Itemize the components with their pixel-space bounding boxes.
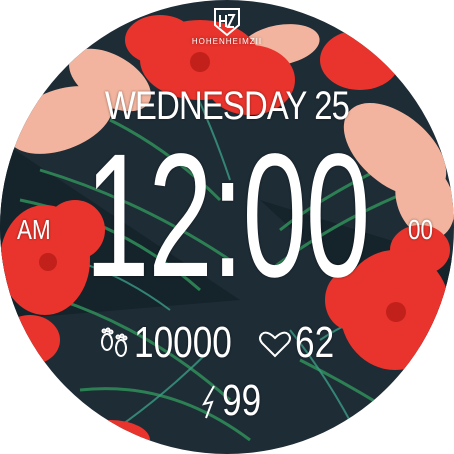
steps-count: 10000	[134, 318, 232, 367]
hz-shield-logo-icon	[214, 8, 240, 37]
seconds-display: 00	[408, 214, 433, 245]
watch-face: HOHENHEIMZII WEDNESDAY 25 AM 12:00 00 10…	[0, 0, 454, 454]
heart-icon	[259, 331, 291, 358]
am-pm-indicator: AM	[17, 214, 51, 245]
footprints-icon	[101, 327, 128, 357]
lightning-bolt-icon	[202, 385, 215, 419]
battery-level: 99	[222, 376, 262, 425]
time-display: 12:00	[84, 118, 370, 314]
brand-name: HOHENHEIMZII	[191, 37, 263, 46]
heart-rate-value: 62	[295, 318, 335, 367]
